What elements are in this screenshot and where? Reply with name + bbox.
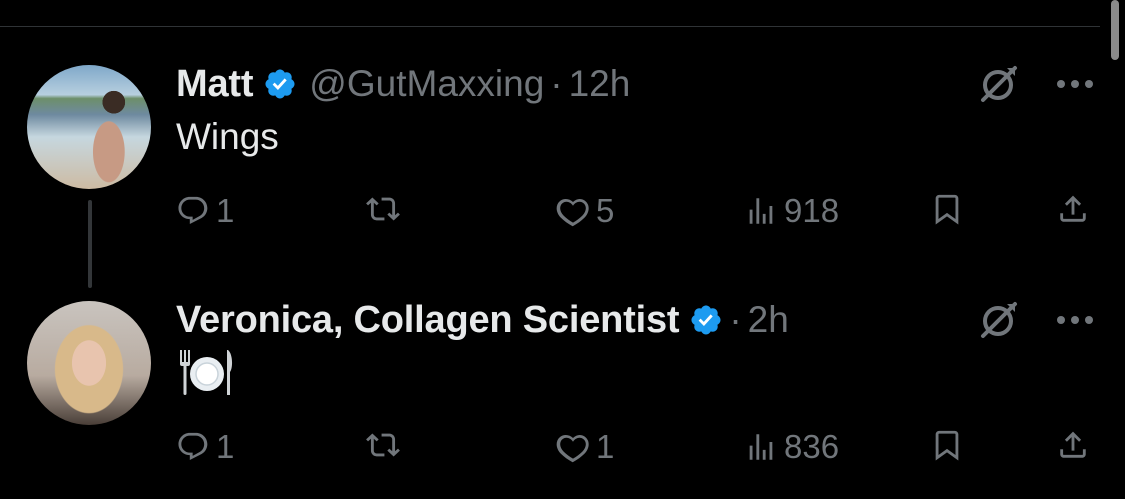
share-icon [1060, 195, 1086, 222]
reply-count: 1 [216, 192, 235, 229]
handle[interactable]: @GutMaxxing [309, 63, 544, 105]
reply-count: 1 [216, 428, 235, 465]
reply-icon [178, 196, 208, 225]
views-icon [749, 198, 773, 224]
avatar[interactable] [27, 301, 151, 425]
grok-icon[interactable] [977, 298, 1021, 342]
retweet-button[interactable] [366, 428, 406, 462]
reply-button[interactable]: 1 [176, 428, 234, 466]
tweet-top-right-icons [977, 62, 1095, 106]
timestamp[interactable]: 2h [748, 299, 789, 341]
tweet-actions: 1 5 918 [176, 192, 1096, 236]
bookmark-icon [935, 430, 959, 461]
avatar[interactable] [27, 65, 151, 189]
like-button[interactable]: 1 [556, 428, 614, 466]
reply-icon [178, 432, 208, 461]
like-button[interactable]: 5 [556, 192, 614, 230]
separator-dot: · [550, 63, 563, 104]
views-icon [749, 434, 773, 460]
display-name[interactable]: Veronica, Collagen Scientist [176, 299, 680, 342]
tweet-matt[interactable]: Matt @GutMaxxing · 12h Wings 1 5 918 [0, 60, 1125, 250]
more-icon[interactable] [1055, 77, 1095, 91]
views-button[interactable]: 836 [744, 428, 839, 466]
reply-button[interactable]: 1 [176, 192, 234, 230]
verified-badge-icon [265, 69, 295, 99]
bookmark-icon [935, 194, 959, 225]
separator-dot: · [729, 299, 742, 340]
like-icon [556, 434, 589, 463]
retweet-button[interactable] [366, 192, 406, 226]
like-count: 5 [596, 192, 615, 229]
tweet-actions: 1 1 836 [176, 428, 1096, 472]
share-button[interactable] [1056, 428, 1090, 462]
grok-icon[interactable] [977, 62, 1021, 106]
share-icon [1060, 431, 1086, 458]
share-button[interactable] [1056, 192, 1090, 226]
retweet-icon [366, 433, 400, 457]
like-icon [556, 198, 589, 227]
tweet-veronica[interactable]: Veronica, Collagen Scientist · 2h 1 1 83… [0, 296, 1125, 486]
views-button[interactable]: 918 [744, 192, 839, 230]
thread-connector-line [88, 200, 92, 288]
display-name[interactable]: Matt [176, 63, 253, 106]
view-count: 836 [784, 428, 840, 465]
top-divider [0, 26, 1100, 27]
tweet-text: Wings [176, 116, 279, 157]
bookmark-button[interactable] [930, 192, 964, 226]
view-count: 918 [784, 192, 840, 229]
timestamp[interactable]: 12h [569, 63, 631, 105]
tweet-header: Matt @GutMaxxing · 12h [176, 60, 630, 108]
bookmark-button[interactable] [930, 428, 964, 462]
verified-badge-icon [691, 305, 721, 335]
more-icon[interactable] [1055, 313, 1095, 327]
retweet-icon [366, 197, 400, 221]
plate-emoji [180, 350, 233, 395]
like-count: 1 [596, 428, 615, 465]
tweet-top-right-icons [977, 298, 1095, 342]
scrollbar[interactable] [1111, 0, 1119, 60]
tweet-header: Veronica, Collagen Scientist · 2h [176, 296, 789, 344]
